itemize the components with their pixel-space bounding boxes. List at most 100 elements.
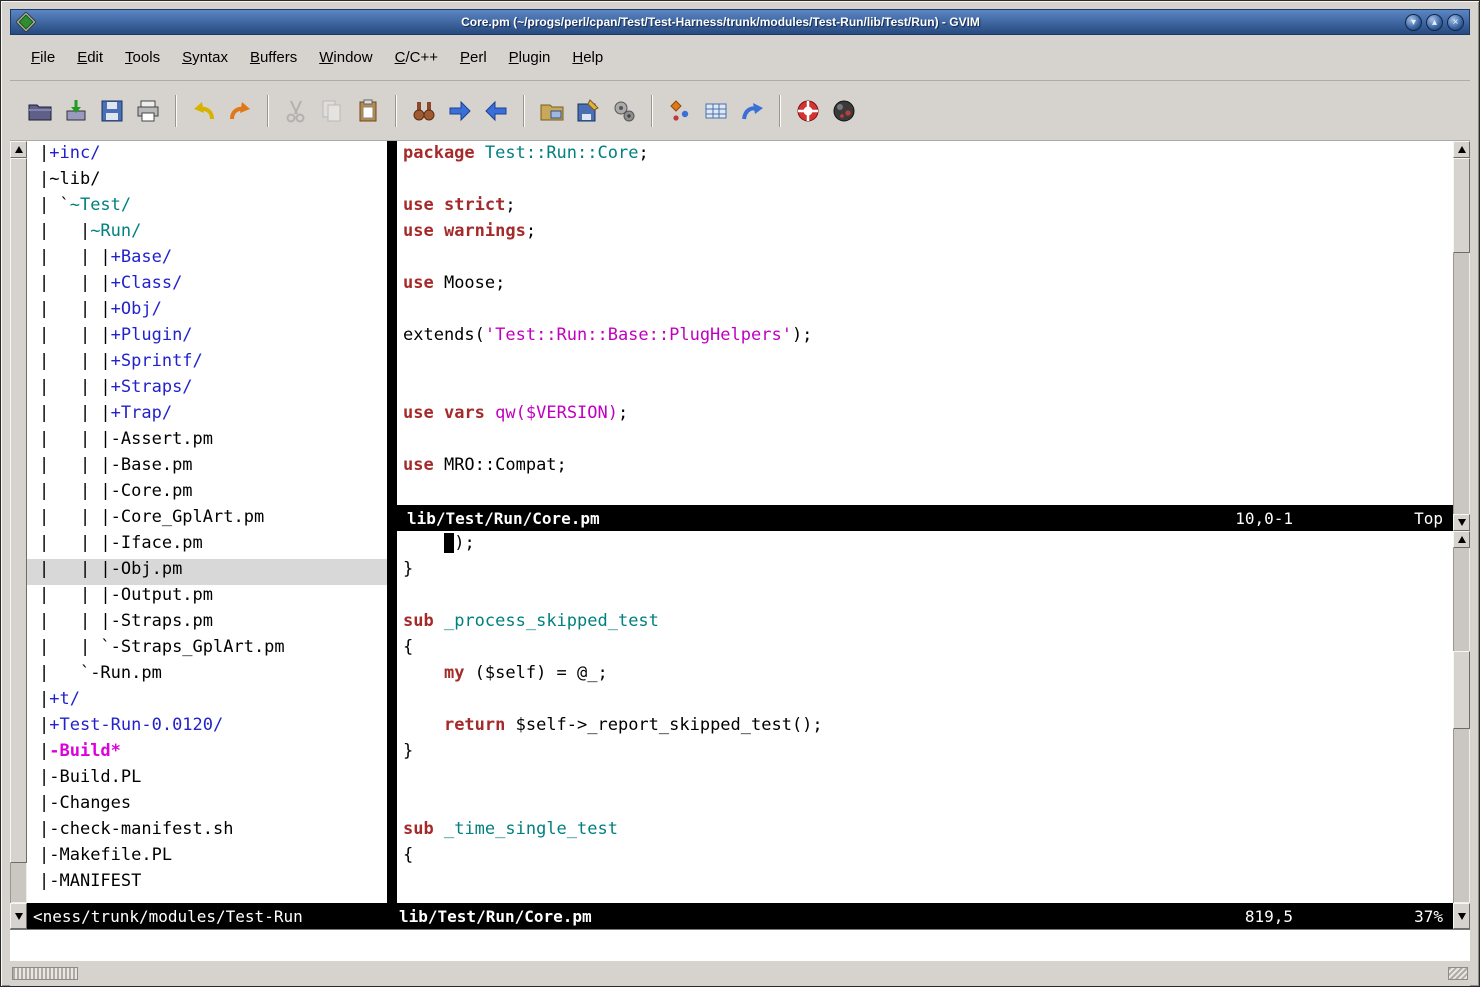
- bottom-window[interactable]: );} sub _process_skipped_test{ my ($self…: [397, 531, 1453, 903]
- tree-item-build.pl[interactable]: |-Build.PL: [27, 767, 387, 793]
- menu-help[interactable]: Help: [561, 45, 614, 70]
- find-prev-button[interactable]: [478, 93, 514, 129]
- menu-syntax[interactable]: Syntax: [171, 45, 239, 70]
- save-icon: [63, 98, 89, 124]
- tree-item-checkmanifest.sh[interactable]: |-check-manifest.sh: [27, 819, 387, 845]
- tree-item-iface.pm[interactable]: | | |-Iface.pm: [27, 533, 387, 559]
- save-all-button[interactable]: [94, 93, 130, 129]
- find-replace-button[interactable]: [406, 93, 442, 129]
- tree-item-class[interactable]: | | |+Class/: [27, 273, 387, 299]
- find-next-button[interactable]: [442, 93, 478, 129]
- menu-file[interactable]: File: [20, 45, 66, 70]
- tree-item-test[interactable]: | `~Test/: [27, 195, 387, 221]
- code-line: [403, 247, 1453, 273]
- toolbar-separator: [395, 95, 397, 127]
- tree-item-trap[interactable]: | | |+Trap/: [27, 403, 387, 429]
- tree-scrollbar[interactable]: [10, 141, 27, 903]
- run-ctags-button[interactable]: [698, 93, 734, 129]
- tree-item-assert.pm[interactable]: | | |-Assert.pm: [27, 429, 387, 455]
- tree-item-build[interactable]: |-Build*: [27, 741, 387, 767]
- code-token: }: [403, 741, 413, 761]
- find-help-button[interactable]: [826, 93, 862, 129]
- top-window-scrollbar-thumb[interactable]: [1453, 158, 1470, 253]
- top-scroll-up-button[interactable]: [1453, 141, 1470, 158]
- tree-pane[interactable]: |+inc/|~lib/| `~Test/| |~Run/| | |+Base/…: [27, 141, 387, 903]
- tree-item-straps.pm[interactable]: | | |-Straps.pm: [27, 611, 387, 637]
- bottom-scroll-down-button[interactable]: [1453, 903, 1470, 929]
- menu-perl[interactable]: Perl: [449, 45, 498, 70]
- code-token: return: [444, 715, 505, 735]
- copy-button[interactable]: [314, 93, 350, 129]
- menu-buffers[interactable]: Buffers: [239, 45, 308, 70]
- open-button[interactable]: [22, 93, 58, 129]
- maximize-button[interactable]: ▴: [1426, 14, 1443, 31]
- code-line: [403, 299, 1453, 325]
- resize-grip[interactable]: [1448, 967, 1468, 980]
- tree-item-plugin[interactable]: | | |+Plugin/: [27, 325, 387, 351]
- load-session-button[interactable]: [534, 93, 570, 129]
- code-token: Test::Run::Core: [485, 143, 639, 163]
- tree-item-testrun0.0120[interactable]: |+Test-Run-0.0120/: [27, 715, 387, 741]
- top-window[interactable]: package Test::Run::Core; use strict;use …: [397, 141, 1453, 505]
- tree-item-sprintf[interactable]: | | |+Sprintf/: [27, 351, 387, 377]
- tree-item-base.pm[interactable]: | | |-Base.pm: [27, 455, 387, 481]
- top-scroll-down-button[interactable]: [1453, 514, 1470, 531]
- tree-item-lib[interactable]: |~lib/: [27, 169, 387, 195]
- print-button[interactable]: [130, 93, 166, 129]
- menu-edit[interactable]: Edit: [66, 45, 114, 70]
- redo-button[interactable]: [222, 93, 258, 129]
- tree-item-straps[interactable]: | | |+Straps/: [27, 377, 387, 403]
- tree-item-run.pm[interactable]: | `-Run.pm: [27, 663, 387, 689]
- help-button[interactable]: [790, 93, 826, 129]
- tree-item-output.pm[interactable]: | | |-Output.pm: [27, 585, 387, 611]
- window-separator[interactable]: [387, 141, 397, 903]
- paste-icon: [355, 98, 381, 124]
- tree-item-obj.pm[interactable]: | | |-Obj.pm: [27, 559, 387, 585]
- undo-button[interactable]: [186, 93, 222, 129]
- menu-cc[interactable]: C/C++: [384, 45, 449, 70]
- tree-item-makefile.pl[interactable]: |-Makefile.PL: [27, 845, 387, 871]
- menu-plugin[interactable]: Plugin: [498, 45, 562, 70]
- toolbar-separator: [523, 95, 525, 127]
- menu-window[interactable]: Window: [308, 45, 383, 70]
- title-bar[interactable]: Core.pm (~/progs/perl/cpan/Test/Test-Har…: [10, 9, 1470, 35]
- code-token: strict: [444, 195, 505, 215]
- tree-item-strapsgplart.pm[interactable]: | | `-Straps_GplArt.pm: [27, 637, 387, 663]
- cut-button[interactable]: [278, 93, 314, 129]
- close-button[interactable]: ×: [1447, 14, 1464, 31]
- code-line: {: [403, 845, 1453, 871]
- tag-jump-button[interactable]: [734, 93, 770, 129]
- save-button[interactable]: [58, 93, 94, 129]
- top-status-filename: lib/Test/Run/Core.pm: [407, 509, 600, 528]
- run-script-button[interactable]: [606, 93, 642, 129]
- copy-icon: [319, 98, 345, 124]
- tree-scrollbar-thumb[interactable]: [10, 158, 27, 863]
- tree-item-run[interactable]: | |~Run/: [27, 221, 387, 247]
- horizontal-scrollbar[interactable]: [12, 967, 78, 980]
- paste-button[interactable]: [350, 93, 386, 129]
- tree-item-t[interactable]: |+t/: [27, 689, 387, 715]
- menu-tools[interactable]: Tools: [114, 45, 171, 70]
- code-token: [403, 663, 444, 683]
- bottom-window-scrollbar-thumb[interactable]: [1453, 651, 1470, 729]
- bottom-window-scrollbar[interactable]: [1453, 531, 1470, 903]
- code-token: ;: [526, 221, 536, 241]
- save-session-button[interactable]: [570, 93, 606, 129]
- code-column: package Test::Run::Core; use strict;use …: [397, 141, 1453, 903]
- code-line: use Moose;: [403, 273, 1453, 299]
- tree-item-obj[interactable]: | | |+Obj/: [27, 299, 387, 325]
- tree-item-coregplart.pm[interactable]: | | |-Core_GplArt.pm: [27, 507, 387, 533]
- top-window-scrollbar[interactable]: [1453, 141, 1470, 531]
- bottom-scroll-up-button[interactable]: [1453, 531, 1470, 548]
- code-token: [475, 143, 485, 163]
- tree-item-core.pm[interactable]: | | |-Core.pm: [27, 481, 387, 507]
- tree-item-manifest[interactable]: |-MANIFEST: [27, 871, 387, 897]
- tree-scroll-up-button[interactable]: [10, 141, 27, 158]
- code-token: sub: [403, 819, 434, 839]
- tree-item-base[interactable]: | | |+Base/: [27, 247, 387, 273]
- minimize-button[interactable]: ▾: [1405, 14, 1422, 31]
- tree-item-inc[interactable]: |+inc/: [27, 143, 387, 169]
- tree-item-changes[interactable]: |-Changes: [27, 793, 387, 819]
- tree-scroll-down-button[interactable]: [10, 903, 27, 929]
- make-button[interactable]: [662, 93, 698, 129]
